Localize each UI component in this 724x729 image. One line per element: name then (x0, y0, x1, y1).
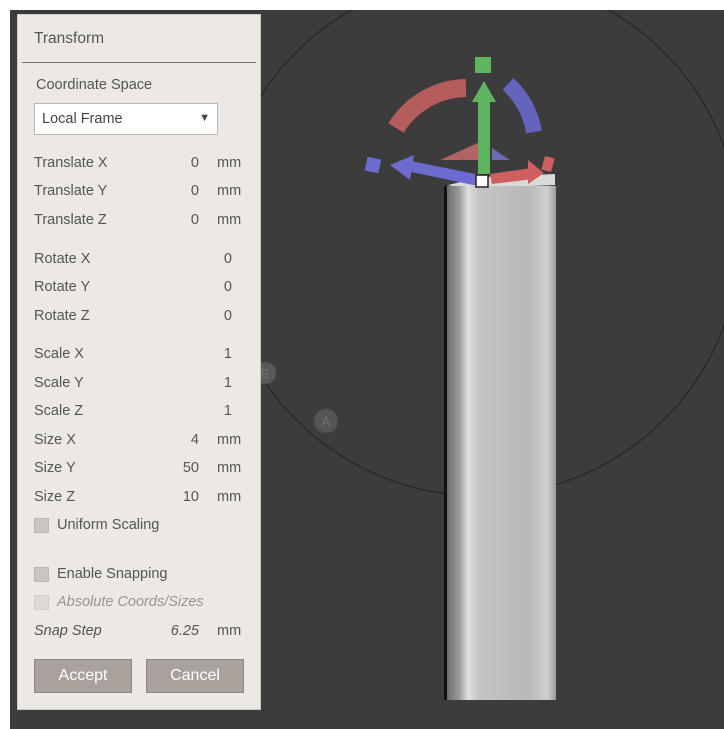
translate-y-value[interactable]: 0 (159, 183, 199, 199)
x-axis-shaft (402, 160, 480, 186)
x-axis-handle (364, 156, 382, 174)
rotate-fan-blue (492, 148, 510, 160)
accept-button[interactable]: Accept (34, 659, 132, 693)
absolute-coords-label: Absolute Coords/Sizes (57, 594, 204, 610)
panel-title: Transform (34, 30, 105, 47)
y-axis-arrow-head (472, 81, 496, 102)
translate-z-label: Translate Z (34, 212, 107, 228)
uniform-scaling-label[interactable]: Uniform Scaling (57, 517, 159, 533)
snap-step-value[interactable]: 6.25 (159, 623, 199, 639)
transform-panel: Transform Coordinate Space Local Frame ▼… (17, 14, 261, 710)
rotate-gizmo[interactable] (388, 78, 542, 160)
chevron-down-icon: ▼ (199, 112, 210, 124)
translate-x-label: Translate X (34, 155, 108, 171)
translate-z-unit: mm (217, 212, 242, 228)
rotate-x-label: Rotate X (34, 251, 91, 267)
rotate-arc-blue (502, 78, 542, 134)
marker-b-label: B (261, 366, 270, 381)
coordinate-space-select[interactable]: Local Frame ▼ (34, 103, 218, 135)
enable-snapping-label[interactable]: Enable Snapping (57, 566, 167, 582)
rotate-z-label: Rotate Z (34, 308, 90, 324)
size-z-label: Size Z (34, 489, 76, 505)
rotate-y-label: Rotate Y (34, 279, 91, 295)
scale-x-label: Scale X (34, 346, 84, 362)
rotate-x-value[interactable]: 0 (192, 251, 232, 267)
enable-snapping-checkbox[interactable] (34, 567, 49, 582)
cancel-button[interactable]: Cancel (146, 659, 244, 693)
y-axis-handle (475, 57, 491, 73)
size-x-unit: mm (217, 432, 242, 448)
translate-y-label: Translate Y (34, 183, 108, 199)
scale-y-label: Scale Y (34, 375, 84, 391)
translate-y-unit: mm (217, 183, 242, 199)
size-y-label: Size Y (34, 460, 76, 476)
coordinate-space-value: Local Frame (42, 111, 123, 127)
scale-z-label: Scale Z (34, 403, 84, 419)
size-z-value[interactable]: 10 (159, 489, 199, 505)
rotate-y-value[interactable]: 0 (192, 279, 232, 295)
scale-x-value[interactable]: 1 (192, 346, 232, 362)
size-z-unit: mm (217, 489, 242, 505)
y-axis-shaft (478, 102, 490, 174)
translate-z-value[interactable]: 0 (159, 212, 199, 228)
rotate-z-value[interactable]: 0 (192, 308, 232, 324)
coordinate-space-label: Coordinate Space (36, 77, 153, 93)
bar-object[interactable] (444, 174, 556, 700)
snap-step-label: Snap Step (34, 623, 102, 639)
snap-step-unit: mm (217, 623, 242, 639)
rotate-arc-red (388, 79, 467, 133)
z-axis-handle (541, 155, 555, 173)
x-axis-arrow-head (390, 155, 414, 180)
uniform-scaling-checkbox[interactable] (34, 518, 49, 533)
absolute-coords-checkbox (34, 595, 49, 610)
scale-y-value[interactable]: 1 (192, 375, 232, 391)
translate-x-unit: mm (217, 155, 242, 171)
title-divider (22, 62, 256, 63)
size-x-label: Size X (34, 432, 76, 448)
marker-a[interactable]: A (313, 408, 339, 434)
marker-a-label: A (322, 414, 331, 429)
size-x-value[interactable]: 4 (159, 432, 199, 448)
size-y-value[interactable]: 50 (159, 460, 199, 476)
translate-x-value[interactable]: 0 (159, 155, 199, 171)
gizmo-pivot (475, 174, 489, 188)
size-y-unit: mm (217, 460, 242, 476)
scale-z-value[interactable]: 1 (192, 403, 232, 419)
rotate-fan-red (440, 142, 480, 160)
